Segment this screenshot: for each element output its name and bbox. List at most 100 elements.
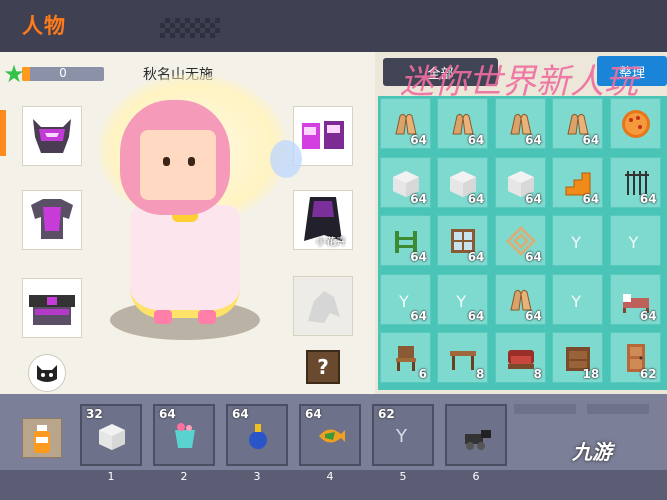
- star-value: 0: [59, 66, 67, 80]
- character-eye: [188, 157, 195, 166]
- bottle-icon: [34, 425, 50, 453]
- item-count: 64: [639, 308, 657, 323]
- empty-slot-icon: Y: [456, 291, 467, 311]
- helmet-icon: [33, 119, 71, 153]
- item-count: 64: [467, 308, 485, 323]
- item-count: 8: [533, 367, 542, 382]
- equip-slot-cape[interactable]: 小花卉: [293, 190, 353, 250]
- empty-slot-icon: Y: [396, 426, 407, 447]
- item-count: 18: [582, 367, 600, 382]
- inventory-slot[interactable]: 64: [552, 98, 604, 149]
- item-count: 64: [582, 133, 600, 147]
- inventory-slot[interactable]: 64: [494, 273, 546, 325]
- mount-placeholder-icon: [308, 291, 340, 323]
- inventory-slot[interactable]: Y 64: [437, 273, 489, 325]
- potion-icon: [242, 420, 276, 454]
- hotbar-slot[interactable]: 32: [80, 404, 142, 466]
- inventory-slot[interactable]: 64: [380, 215, 431, 267]
- character-label: 小花卉: [316, 237, 346, 248]
- hotbar-slot-number: 4: [326, 470, 334, 483]
- equip-slot-pet[interactable]: [293, 276, 353, 336]
- inventory-slot[interactable]: [609, 98, 661, 149]
- active-tab-marker: [0, 110, 6, 156]
- inventory-slot[interactable]: 18: [552, 332, 604, 384]
- inventory-slot[interactable]: 64: [380, 98, 431, 149]
- item-count: 64: [305, 407, 322, 421]
- hotbar-slot-number: 6: [472, 470, 480, 483]
- inventory-slot[interactable]: 62: [609, 332, 661, 384]
- inventory-slot[interactable]: 64: [437, 215, 489, 267]
- item-count: 64: [525, 308, 542, 323]
- hotbar-slot-number: 3: [253, 470, 261, 483]
- item-count: 64: [525, 191, 542, 206]
- inventory-slot[interactable]: 64: [494, 98, 546, 149]
- item-count: 64: [525, 250, 542, 265]
- item-count: 64: [467, 133, 485, 147]
- white-block-icon: [96, 420, 130, 454]
- header-pattern: [160, 18, 220, 38]
- equip-slot-legs[interactable]: [22, 278, 82, 338]
- item-count: 64: [582, 191, 600, 206]
- hotbar-slot[interactable]: 64: [153, 404, 215, 466]
- inventory-slot[interactable]: Y: [609, 215, 661, 267]
- watermark-text: 迷你世界新人玩: [400, 62, 638, 102]
- item-count: 64: [410, 191, 427, 206]
- hotbar-slot-partial[interactable]: [587, 404, 649, 414]
- hotbar-slot-number: 2: [180, 470, 188, 483]
- inventory-slot[interactable]: 8: [437, 332, 489, 384]
- inventory-slot[interactable]: Y: [552, 215, 604, 267]
- item-count: 64: [410, 308, 427, 323]
- item-count: 62: [378, 407, 395, 421]
- page-title: 人物: [22, 14, 66, 38]
- equip-slot-chest[interactable]: [22, 190, 82, 250]
- empty-slot-icon: Y: [571, 233, 581, 253]
- character-shoe: [198, 310, 216, 324]
- bottle-slot[interactable]: [22, 418, 62, 458]
- character-shoe: [154, 310, 172, 324]
- inventory-slot[interactable]: 64: [494, 156, 546, 208]
- hotbar-slot-number: 1: [107, 470, 115, 483]
- inventory-slot[interactable]: 64: [494, 215, 546, 267]
- item-count: 62: [639, 367, 657, 382]
- sofa-icon: [505, 342, 537, 374]
- inventory-slot[interactable]: 6: [380, 332, 431, 384]
- item-count: 8: [476, 367, 485, 382]
- inventory-slot[interactable]: 8: [494, 332, 546, 384]
- table-icon: [447, 342, 479, 374]
- armor-icon: [31, 199, 73, 239]
- inventory-slot[interactable]: 64: [552, 156, 604, 208]
- inventory-slot[interactable]: 64: [437, 98, 489, 149]
- item-count: 32: [86, 407, 103, 421]
- inventory-slot[interactable]: 64: [609, 156, 661, 208]
- inventory-slot[interactable]: 64: [609, 273, 661, 325]
- inventory-slot[interactable]: Y 64: [380, 273, 431, 325]
- item-count: 64: [232, 407, 249, 421]
- cat-icon: [37, 365, 57, 382]
- help-button[interactable]: ?: [306, 350, 340, 384]
- inventory-slot[interactable]: 64: [380, 156, 431, 208]
- empty-slot-icon: Y: [571, 291, 581, 311]
- equip-slot-feet[interactable]: [293, 106, 353, 166]
- hotbar-slot-number: 5: [399, 470, 407, 483]
- item-count: 64: [525, 133, 542, 147]
- inventory-slot[interactable]: Y: [552, 273, 604, 325]
- hotbar-slot[interactable]: [445, 404, 507, 466]
- inventory-slot[interactable]: 64: [437, 156, 489, 208]
- hotbar-slot[interactable]: 64: [299, 404, 361, 466]
- pet-button[interactable]: [28, 354, 66, 392]
- empty-slot-icon: Y: [399, 291, 409, 311]
- equip-slot-head[interactable]: [22, 106, 82, 166]
- item-count: 64: [467, 191, 485, 206]
- character-face: [140, 130, 216, 200]
- cannon-icon: [461, 420, 495, 454]
- item-count: 64: [410, 133, 427, 147]
- hotbar-slot[interactable]: 64: [226, 404, 288, 466]
- chair-icon: [390, 342, 422, 374]
- item-count: 64: [467, 250, 485, 265]
- site-logo: 九游: [572, 440, 612, 464]
- hotbar-slot-partial[interactable]: [514, 404, 576, 414]
- character-eye: [163, 157, 170, 166]
- item-count: 6: [418, 367, 427, 382]
- star-icon: ★: [3, 60, 25, 88]
- hotbar-slot[interactable]: Y 62: [372, 404, 434, 466]
